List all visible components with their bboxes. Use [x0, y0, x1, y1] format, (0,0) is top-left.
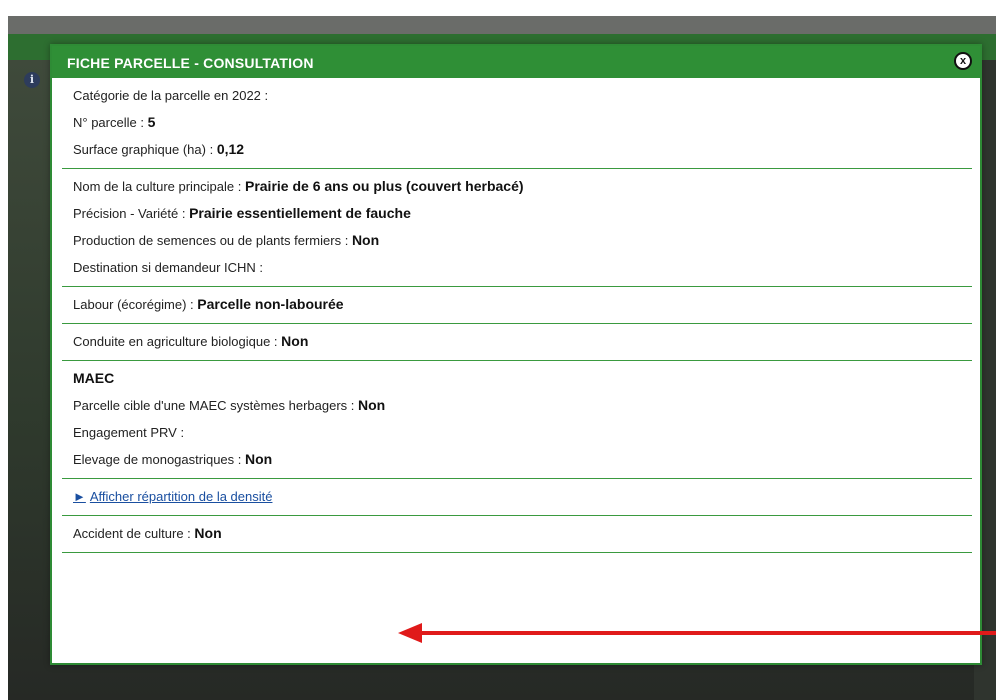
mono-label: Elevage de monogastriques :: [73, 452, 242, 467]
accident-value: Non: [194, 525, 222, 541]
row-culture: Nom de la culture principale : Prairie d…: [62, 173, 972, 200]
prv-label: Engagement PRV :: [73, 425, 185, 440]
section-labour: Labour (écorégime) : Parcelle non-labour…: [62, 287, 972, 324]
row-densite-link: ► Afficher répartition de la densité: [62, 483, 972, 510]
info-icon[interactable]: i: [24, 72, 40, 88]
parcel-dialog: FICHE PARCELLE - CONSULTATION x Catégori…: [50, 44, 982, 665]
surface-value: 0,12: [216, 141, 245, 157]
section-accident: Accident de culture : Non: [62, 516, 972, 553]
annotation-arrow-icon: [398, 623, 422, 643]
bio-label: Conduite en agriculture biologique :: [73, 334, 278, 349]
row-prv: Engagement PRV :: [62, 419, 972, 446]
semences-label: Production de semences ou de plants ferm…: [73, 233, 349, 248]
app-top-bar: [8, 16, 996, 34]
labour-value: Parcelle non-labourée: [197, 296, 344, 312]
close-button[interactable]: x: [954, 52, 972, 70]
row-surface: Surface graphique (ha) : 0,12: [62, 136, 972, 163]
row-parcelle: N° parcelle : 5: [62, 109, 972, 136]
labour-label: Labour (écorégime) :: [73, 297, 194, 312]
categorie-label: Catégorie de la parcelle en 2022 :: [73, 88, 269, 103]
bio-value: Non: [281, 333, 309, 349]
maec-heading: MAEC: [73, 370, 115, 386]
parcelle-label: N° parcelle :: [73, 115, 144, 130]
precision-value: Prairie essentiellement de fauche: [189, 205, 411, 221]
section-maec: MAEC Parcelle cible d'une MAEC systèmes …: [62, 361, 972, 479]
section-parcel-info: Catégorie de la parcelle en 2022 : N° pa…: [62, 78, 972, 169]
culture-value: Prairie de 6 ans ou plus (couvert herbac…: [244, 178, 524, 194]
row-maec-cible: Parcelle cible d'une MAEC systèmes herba…: [62, 392, 972, 419]
parcelle-value: 5: [147, 114, 156, 130]
section-densite: ► Afficher répartition de la densité: [62, 479, 972, 516]
row-monogastriques: Elevage de monogastriques : Non: [62, 446, 972, 473]
maec-cible-value: Non: [358, 397, 386, 413]
dialog-body: Catégorie de la parcelle en 2022 : N° pa…: [52, 78, 980, 553]
accident-label: Accident de culture :: [73, 526, 191, 541]
show-density-link[interactable]: ► Afficher répartition de la densité: [73, 489, 272, 504]
destination-label: Destination si demandeur ICHN :: [73, 260, 264, 275]
surface-label: Surface graphique (ha) :: [73, 142, 214, 157]
triangle-right-icon: ►: [73, 489, 86, 504]
row-precision: Précision - Variété : Prairie essentiell…: [62, 200, 972, 227]
precision-label: Précision - Variété :: [73, 206, 186, 221]
semences-value: Non: [351, 232, 380, 248]
show-density-link-label: Afficher répartition de la densité: [89, 489, 273, 504]
row-bio: Conduite en agriculture biologique : Non: [62, 328, 972, 355]
row-semences: Production de semences ou de plants ferm…: [62, 227, 972, 254]
row-destination: Destination si demandeur ICHN :: [62, 254, 972, 281]
row-categorie: Catégorie de la parcelle en 2022 :: [62, 82, 972, 109]
maec-cible-label: Parcelle cible d'une MAEC systèmes herba…: [73, 398, 355, 413]
dialog-header: FICHE PARCELLE - CONSULTATION x: [52, 46, 980, 78]
mono-value: Non: [245, 451, 273, 467]
culture-label: Nom de la culture principale :: [73, 179, 242, 194]
section-bio: Conduite en agriculture biologique : Non: [62, 324, 972, 361]
section-culture: Nom de la culture principale : Prairie d…: [62, 169, 972, 287]
row-accident: Accident de culture : Non: [62, 520, 972, 547]
dialog-title: FICHE PARCELLE - CONSULTATION: [67, 55, 314, 71]
row-labour: Labour (écorégime) : Parcelle non-labour…: [62, 291, 972, 318]
annotation-arrow-shaft: [420, 631, 996, 635]
